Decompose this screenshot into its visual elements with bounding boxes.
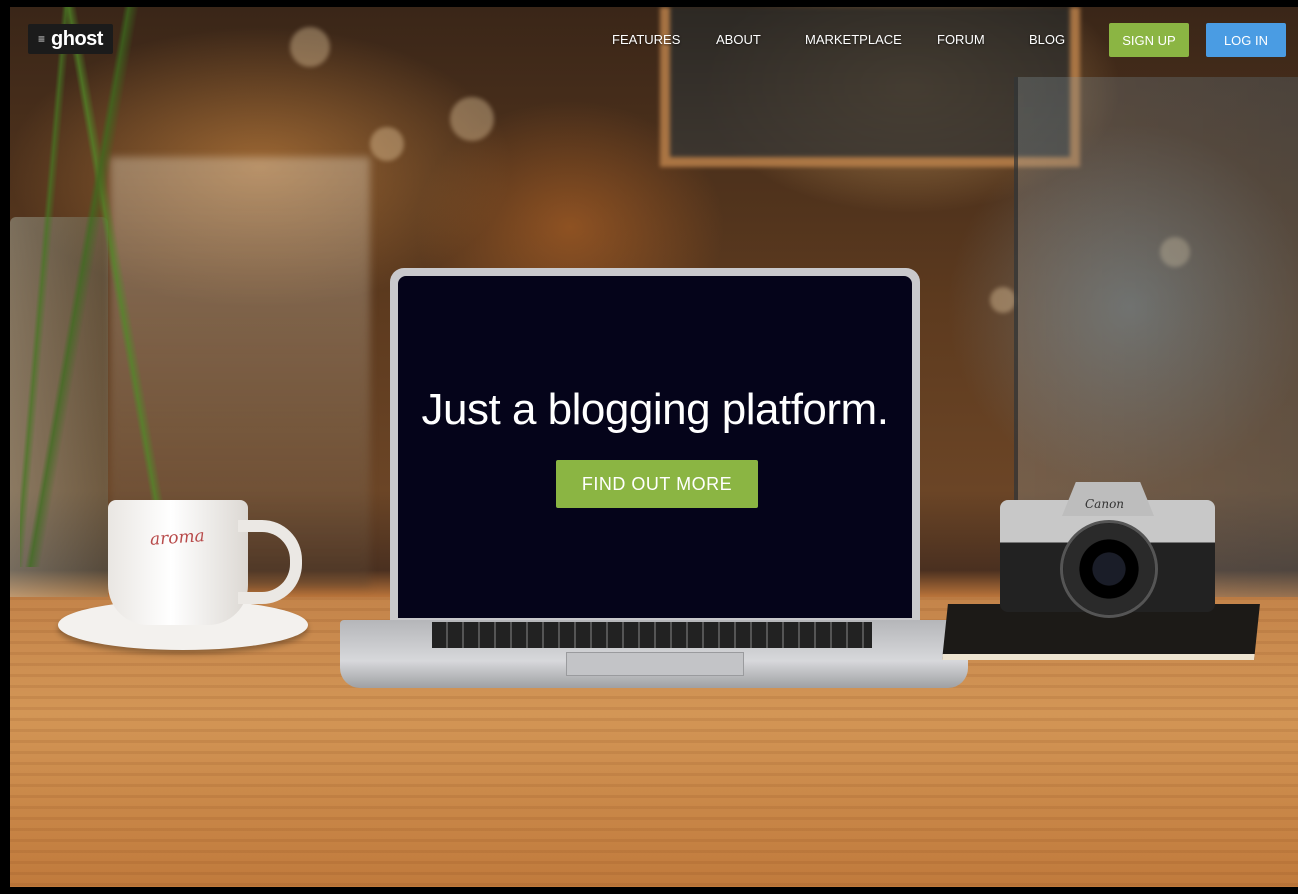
laptop-trackpad bbox=[566, 652, 744, 676]
nav-item-about[interactable]: ABOUT bbox=[716, 32, 761, 47]
bokeh-light bbox=[370, 127, 404, 161]
nav-item-blog[interactable]: BLOG bbox=[1029, 32, 1065, 47]
find-out-more-button[interactable]: FIND OUT MORE bbox=[556, 460, 758, 508]
bokeh-light bbox=[990, 287, 1016, 313]
plant-stems bbox=[20, 7, 180, 567]
sign-up-button[interactable]: SIGN UP bbox=[1109, 23, 1189, 57]
nav-item-marketplace[interactable]: MARKETPLACE bbox=[805, 32, 902, 47]
laptop-keyboard bbox=[432, 622, 872, 648]
laptop-screen bbox=[398, 276, 912, 618]
nav-item-features[interactable]: FEATURES bbox=[612, 32, 680, 47]
camera-lens bbox=[1060, 520, 1158, 618]
log-in-button[interactable]: LOG IN bbox=[1206, 23, 1286, 57]
coffee-cup bbox=[108, 500, 248, 625]
hero-title: Just a blogging platform. bbox=[421, 385, 889, 434]
camera-brand-text: Canon bbox=[1085, 497, 1125, 511]
menu-lines-icon: ≡ bbox=[38, 32, 46, 46]
ghost-logo[interactable]: ≡ ghost bbox=[28, 24, 113, 54]
bokeh-light bbox=[290, 27, 330, 67]
logo-text: ghost bbox=[51, 27, 103, 50]
bokeh-light bbox=[450, 97, 494, 141]
cup-brand-text: aroma bbox=[149, 526, 206, 550]
nav-item-forum[interactable]: FORUM bbox=[937, 32, 985, 47]
